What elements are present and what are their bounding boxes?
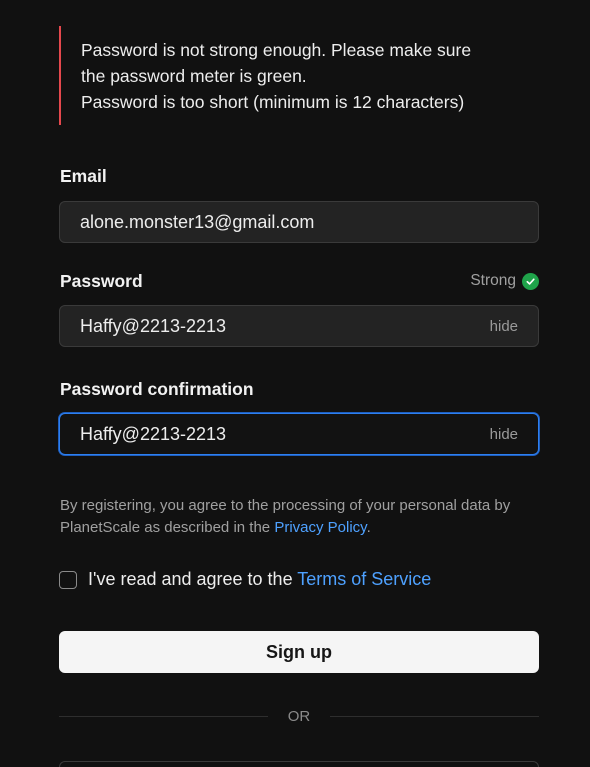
password-strength-indicator: Strong	[470, 272, 539, 290]
check-circle-icon	[522, 272, 539, 290]
terms-checkbox[interactable]	[59, 570, 77, 589]
error-message-box: Password is not strong enough. Please ma…	[59, 26, 519, 125]
email-field[interactable]: alone.monster13@gmail.com	[59, 201, 539, 243]
signup-form: Password is not strong enough. Please ma…	[0, 0, 590, 767]
password-label: Password	[60, 271, 143, 291]
password-field[interactable]: Haffy@2213-2213 hide	[59, 305, 539, 347]
terms-of-service-link[interactable]: Terms of Service	[297, 569, 431, 589]
terms-agreement: I've read and agree to the Terms of Serv…	[59, 569, 431, 590]
password-strength-label: Strong	[470, 272, 516, 289]
password-confirmation-field[interactable]: Haffy@2213-2213 hide	[59, 413, 539, 455]
password-visibility-toggle[interactable]: hide	[490, 318, 518, 335]
error-line: the password meter is green.	[81, 66, 307, 86]
password-confirmation-visibility-toggle[interactable]: hide	[490, 426, 518, 443]
email-label: Email	[60, 166, 107, 186]
legal-notice: By registering, you agree to the process…	[60, 495, 535, 539]
password-confirmation-value: Haffy@2213-2213	[80, 423, 227, 444]
privacy-policy-link[interactable]: Privacy Policy	[274, 519, 366, 536]
divider-label: OR	[287, 708, 311, 725]
terms-label: I've read and agree to the Terms of Serv…	[88, 569, 431, 590]
terms-text: I've read and agree to the	[88, 569, 298, 589]
alternate-sign-in-button[interactable]	[59, 761, 539, 767]
password-value: Haffy@2213-2213	[80, 315, 227, 336]
divider-line	[59, 716, 268, 717]
email-value: alone.monster13@gmail.com	[80, 211, 315, 232]
or-divider: OR	[59, 708, 539, 725]
error-line: Password is not strong enough. Please ma…	[81, 40, 472, 60]
legal-text-end: .	[366, 519, 371, 536]
error-line: Password is too short (minimum is 12 cha…	[81, 92, 465, 112]
password-confirmation-label: Password confirmation	[60, 379, 254, 399]
sign-up-button[interactable]: Sign up	[59, 631, 539, 673]
divider-line	[330, 716, 539, 717]
